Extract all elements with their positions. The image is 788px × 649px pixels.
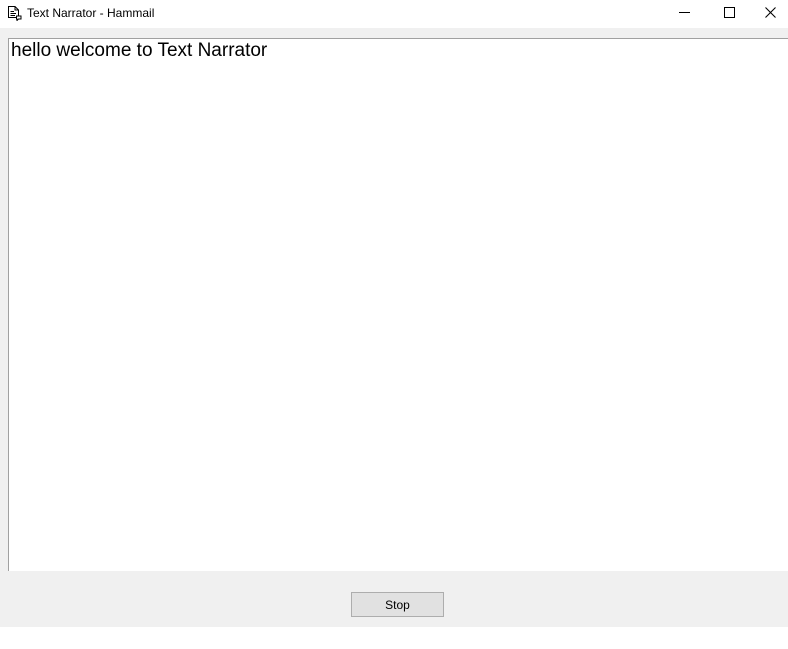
maximize-icon: [724, 5, 735, 23]
minimize-icon: [679, 5, 690, 23]
client-area: hello welcome to Text Narrator Stop: [0, 28, 788, 627]
close-button[interactable]: [752, 0, 788, 28]
document-speech-icon: [6, 5, 22, 22]
app-window: Text Narrator - Hammail hello welcome to…: [0, 0, 788, 627]
title-bar[interactable]: Text Narrator - Hammail: [0, 0, 788, 28]
window-title: Text Narrator - Hammail: [27, 6, 155, 20]
stop-button[interactable]: Stop: [351, 592, 444, 617]
minimize-button[interactable]: [662, 0, 707, 28]
maximize-button[interactable]: [707, 0, 752, 28]
narration-text: hello welcome to Text Narrator: [11, 40, 268, 61]
narration-text-area[interactable]: hello welcome to Text Narrator: [8, 38, 788, 571]
close-icon: [764, 5, 776, 23]
